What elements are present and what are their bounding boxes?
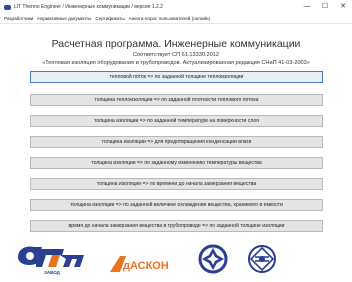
title-bar: LIT Thermo Engineer / Инженерные коммуни… xyxy=(0,0,352,14)
menu-developers[interactable]: Разработчики xyxy=(4,16,33,21)
minimize-button[interactable]: — xyxy=(298,0,316,14)
daskon-logo-text: дАСКОН xyxy=(123,260,169,272)
app-icon xyxy=(4,4,11,10)
menu-user-survey[interactable]: Анкета-опрос пользователей (онлайн) xyxy=(129,16,210,21)
lit-logo: ЗАВОД xyxy=(16,241,86,275)
calc-thickness-temp-change-button[interactable]: толщина изоляции => по заданному изменен… xyxy=(30,157,323,169)
calc-thickness-tank-cooling-button[interactable]: толщина изоляции => по заданной величине… xyxy=(30,199,323,211)
calc-freeze-time-button[interactable]: время до начала замерзания вещества в тр… xyxy=(30,220,323,232)
menu-normative-docs[interactable]: Нормативные документы xyxy=(37,16,91,21)
window-controls: — ☐ ✕ xyxy=(298,0,352,14)
standard-subtitle: Соответствует СП 61.13330.2012 xyxy=(133,52,219,58)
close-button[interactable]: ✕ xyxy=(334,0,352,14)
calc-thickness-freeze-time-button[interactable]: толщина изоляции => по времени до начала… xyxy=(30,178,323,190)
calc-heat-flow-button[interactable]: тепловой поток => по заданной толщине те… xyxy=(30,71,323,83)
diamond-logo xyxy=(198,244,228,274)
window-title: LIT Thermo Engineer / Инженерные коммуни… xyxy=(14,4,163,10)
maximize-button[interactable]: ☐ xyxy=(316,0,334,14)
menu-certificates[interactable]: Сертификаты xyxy=(95,16,124,21)
calc-thickness-by-surface-temp-button[interactable]: толщина изоляции => по заданной температ… xyxy=(30,115,323,127)
page-title: Расчетная программа. Инженерные коммуник… xyxy=(51,38,301,50)
menu-bar: Разработчики Нормативные документы Серти… xyxy=(0,14,352,24)
calc-thickness-condensation-button[interactable]: толщина изоляции => для предотвращения к… xyxy=(30,136,323,148)
daskon-logo: дАСКОН xyxy=(108,252,180,274)
lit-logo-sub: ЗАВОД xyxy=(44,270,61,275)
standard-description: «Тепловая изоляция оборудования и трубоп… xyxy=(42,60,310,66)
emblem-logo xyxy=(247,244,277,274)
calc-thickness-by-flux-density-button[interactable]: толщина теплоизоляции => по заданной пло… xyxy=(30,94,323,106)
